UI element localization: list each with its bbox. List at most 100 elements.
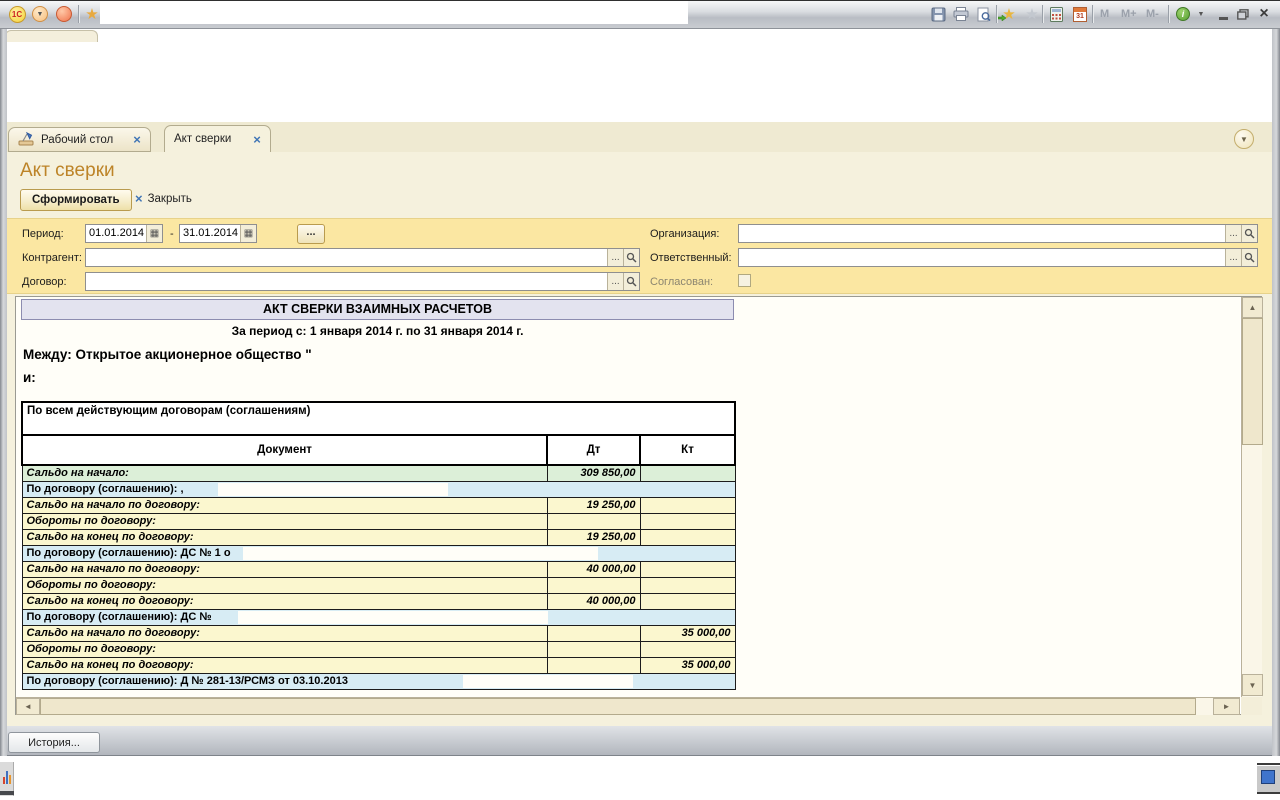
table-row: Сальдо на начало: 309 850,00 [21,464,736,482]
calendar-icon[interactable]: 31 [1071,5,1089,23]
toolbar-separator [1042,5,1043,23]
approved-label: Согласован: [650,276,714,288]
calculator-icon[interactable] [1047,5,1065,23]
print-icon[interactable] [952,5,970,23]
table-row: Сальдо на конец по договору: 19 250,00 [21,528,736,546]
report-viewport[interactable]: АКТ СВЕРКИ ВЗАИМНЫХ РАСЧЕТОВ За период с… [15,296,1263,715]
horizontal-scroll-thumb[interactable] [40,698,1196,715]
period-separator: - [170,228,174,240]
contract-label: Договор: [22,276,67,288]
favorites-star-icon[interactable]: ★ [83,5,101,23]
scroll-down-button[interactable]: ▼ [1242,674,1263,696]
select-ellipsis-button[interactable]: ... [1225,225,1241,242]
status-bar: История... [0,726,1280,756]
responsible-field[interactable]: ... [738,248,1258,267]
column-header-row: Документ Дт Кт [21,434,736,466]
table-row: По договору (соглашению): ДС № [21,608,736,626]
info-dropdown-icon[interactable]: ▼ [1192,5,1210,23]
select-ellipsis-button[interactable]: ... [607,249,623,266]
generate-button[interactable]: Сформировать [20,189,132,211]
table-row: По договору (соглашению): Д № 281-13/РСМ… [21,672,736,690]
responsible-label: Ответственный: [650,252,732,264]
scroll-right-button[interactable]: ► [1213,698,1240,715]
counterparty-label: Контрагент: [22,252,82,264]
memory-m-button[interactable]: M [1100,8,1109,20]
chevron-down-icon: ▼ [1240,134,1248,144]
search-icon[interactable] [1241,225,1257,242]
approved-checkbox[interactable] [738,274,751,287]
close-button[interactable]: × [1255,5,1273,23]
title-area-blank [100,1,688,24]
print-preview-icon[interactable] [975,5,993,23]
save-icon[interactable] [929,5,947,23]
app-logo-icon[interactable]: 1С [8,5,26,23]
toolbar-separator [1168,5,1169,23]
search-icon[interactable] [623,273,639,290]
tab-close-icon[interactable]: × [253,133,261,146]
table-row: Сальдо на конец по договору: 35 000,00 [21,656,736,674]
desktop-area [0,756,1280,800]
panel-tab-stub [5,30,98,42]
report-sheet: АКТ СВЕРКИ ВЗАИМНЫХ РАСЧЕТОВ За период с… [16,297,1240,697]
table-row: Обороты по договору: [21,576,736,594]
content-area: Акт сверки Сформировать × Закрыть Период… [7,152,1272,726]
report-period-line: За период с: 1 января 2014 г. по 31 янва… [231,324,524,338]
column-header: Кт [639,434,736,466]
scroll-left-button[interactable]: ◄ [16,698,40,715]
title-bar: 1С ▼ ★ ★ ★ 31 M M+ M- i ▼ × [0,0,1280,29]
taskbar-fragment-right [1257,763,1280,794]
vertical-scroll-thumb[interactable] [1242,318,1263,445]
vertical-scrollbar[interactable]: ▲ ▼ [1241,297,1263,697]
report-and-line: и: [23,370,36,385]
tab-list-button[interactable]: ▼ [1234,129,1254,149]
tab-close-icon[interactable]: × [133,133,141,146]
add-to-favorites-icon[interactable]: ★ [998,5,1018,23]
tab-desktop[interactable]: Рабочий стол × [8,127,151,152]
window-mini-icon [1261,770,1275,784]
table-row: По договору (соглашению): , [21,480,736,498]
application-window: 1С ▼ ★ ★ ★ 31 M M+ M- i ▼ × Рабочий стол… [0,0,1280,800]
top-panel [0,30,1280,122]
date-picker-icon[interactable]: ▦ [146,225,162,242]
memory-m-minus-button[interactable]: M- [1146,8,1159,20]
service-dropdown-button[interactable]: ▼ [31,5,49,23]
search-icon[interactable] [1241,249,1257,266]
period-to-field[interactable]: 31.01.2014 ▦ [179,224,257,243]
tab-bar: Рабочий стол × Акт сверки × ▼ [7,122,1272,153]
favorites-icon[interactable]: ★ [1023,5,1041,23]
minimize-button[interactable] [1214,5,1232,23]
table-row: Обороты по договору: [21,640,736,658]
table-row: По договору (соглашению): ДС № 1 о [21,544,736,562]
memory-m-plus-button[interactable]: M+ [1121,8,1137,20]
close-x-icon: × [135,191,143,206]
table-row: Сальдо на конец по договору: 40 000,00 [21,592,736,610]
scroll-up-button[interactable]: ▲ [1242,297,1263,318]
date-picker-icon[interactable]: ▦ [240,225,256,242]
period-from-field[interactable]: 01.01.2014 ▦ [85,224,163,243]
toolbar-separator [996,5,997,23]
table-row: Сальдо на начало по договору: 19 250,00 [21,496,736,514]
info-icon[interactable]: i [1174,5,1192,23]
contract-field[interactable]: ... [85,272,640,291]
toolbar-separator [78,5,79,23]
organization-field[interactable]: ... [738,224,1258,243]
counterparty-field[interactable]: ... [85,248,640,267]
close-report-button[interactable]: × Закрыть [135,191,192,206]
select-ellipsis-button[interactable]: ... [607,273,623,290]
tab-reconciliation-act[interactable]: Акт сверки × [164,125,271,153]
horizontal-scrollbar[interactable]: ◄ ► [16,697,1240,715]
report-table: По всем действующим договорам (соглашени… [21,401,736,690]
table-row: Сальдо на начало по договору: 40 000,00 [21,560,736,578]
scrollbar-corner [1241,697,1262,715]
stop-button[interactable] [55,5,73,23]
search-icon[interactable] [623,249,639,266]
tab-label: Рабочий стол [41,133,114,146]
period-options-button[interactable]: ... [297,224,325,244]
history-button[interactable]: История... [8,732,100,753]
section-header-row: По всем действующим договорам (соглашени… [21,401,736,436]
restore-button[interactable] [1234,5,1252,23]
page-title: Акт сверки [20,160,115,181]
select-ellipsis-button[interactable]: ... [1225,249,1241,266]
column-header: Дт [546,434,641,466]
window-border-left [0,29,7,756]
